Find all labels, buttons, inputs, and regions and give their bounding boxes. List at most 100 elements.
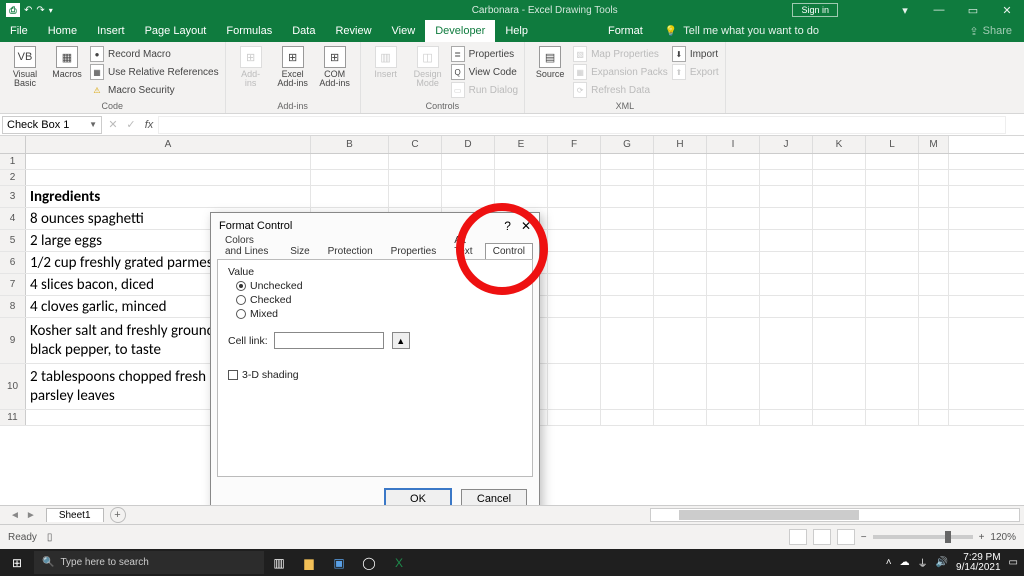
macro-security-button[interactable]: ⚠Macro Security — [90, 82, 219, 98]
zoom-slider[interactable] — [873, 535, 973, 539]
cell[interactable] — [919, 154, 949, 169]
cell[interactable] — [866, 154, 919, 169]
cell[interactable] — [919, 208, 949, 229]
source-button[interactable]: ▤Source — [531, 46, 569, 79]
cell[interactable] — [866, 208, 919, 229]
cell[interactable] — [495, 154, 548, 169]
horizontal-scrollbar[interactable] — [650, 508, 1020, 522]
tellme-input[interactable]: Tell me what you want to do — [683, 25, 819, 37]
col-I[interactable]: I — [707, 136, 760, 153]
cell[interactable] — [601, 170, 654, 185]
visual-basic-button[interactable]: VB Visual Basic — [6, 46, 44, 89]
col-E[interactable]: E — [495, 136, 548, 153]
cell[interactable] — [601, 318, 654, 363]
fx-icon[interactable]: fx — [140, 119, 158, 131]
cell[interactable] — [311, 186, 389, 207]
macros-button[interactable]: ▦ Macros — [48, 46, 86, 79]
taskbar-search[interactable]: 🔍 Type here to search — [34, 551, 264, 574]
cell[interactable] — [26, 170, 311, 185]
cell[interactable] — [760, 296, 813, 317]
tab-insert[interactable]: Insert — [87, 20, 135, 42]
addins-button[interactable]: ⊞Add- ins — [232, 46, 270, 89]
cell[interactable] — [389, 154, 442, 169]
col-B[interactable]: B — [311, 136, 389, 153]
dlg-tab-size[interactable]: Size — [282, 243, 317, 259]
cell[interactable] — [919, 170, 949, 185]
tab-view[interactable]: View — [382, 20, 426, 42]
autosave-icon[interactable]: ⎙ — [6, 3, 20, 17]
cell[interactable] — [707, 364, 760, 409]
cell[interactable] — [866, 170, 919, 185]
chrome-icon[interactable]: ◯ — [354, 556, 384, 570]
view-code-button[interactable]: QView Code — [451, 64, 518, 80]
cell[interactable] — [866, 274, 919, 295]
cell[interactable] — [548, 296, 601, 317]
col-C[interactable]: C — [389, 136, 442, 153]
zoom-level[interactable]: 120% — [990, 532, 1016, 543]
run-dialog-button[interactable]: ▭Run Dialog — [451, 82, 518, 98]
col-H[interactable]: H — [654, 136, 707, 153]
row-header[interactable]: 10 — [0, 364, 26, 409]
cell[interactable] — [601, 230, 654, 251]
enter-formula-icon[interactable]: ✓ — [122, 118, 140, 131]
cell[interactable] — [601, 154, 654, 169]
cell[interactable] — [707, 410, 760, 425]
cell[interactable] — [760, 208, 813, 229]
tray-notifications-icon[interactable]: ▭ — [1009, 557, 1018, 568]
cell[interactable] — [601, 410, 654, 425]
tab-home[interactable]: Home — [38, 20, 87, 42]
properties-button[interactable]: ≣Properties — [451, 46, 518, 62]
cell[interactable] — [919, 230, 949, 251]
cell[interactable] — [548, 186, 601, 207]
zoom-out-button[interactable]: − — [861, 532, 867, 543]
view-normal-button[interactable] — [789, 529, 807, 545]
tray-network-icon[interactable]: ⏚ — [918, 555, 928, 570]
record-macro-button[interactable]: ●Record Macro — [90, 46, 219, 62]
excel-addins-button[interactable]: ⊞Excel Add-ins — [274, 46, 312, 89]
cell[interactable] — [389, 170, 442, 185]
col-D[interactable]: D — [442, 136, 495, 153]
column-headers[interactable]: A B C D E F G H I J K L M — [0, 136, 1024, 154]
cell[interactable] — [866, 318, 919, 363]
cell[interactable] — [813, 252, 866, 273]
start-button[interactable]: ⊞ — [0, 556, 34, 570]
cell[interactable] — [813, 274, 866, 295]
view-layout-button[interactable] — [813, 529, 831, 545]
cell[interactable] — [813, 154, 866, 169]
radio-mixed[interactable]: Mixed — [236, 308, 522, 320]
new-sheet-button[interactable]: + — [110, 507, 126, 523]
cell[interactable] — [548, 274, 601, 295]
refresh-data-button[interactable]: ⟳Refresh Data — [573, 82, 668, 98]
cell[interactable] — [495, 170, 548, 185]
cell[interactable] — [866, 230, 919, 251]
row-header[interactable]: 1 — [0, 154, 26, 169]
row-header[interactable]: 4 — [0, 208, 26, 229]
dlg-tab-protection[interactable]: Protection — [320, 243, 381, 259]
tab-data[interactable]: Data — [282, 20, 325, 42]
store-icon[interactable]: ▣ — [324, 556, 354, 570]
cell[interactable] — [919, 318, 949, 363]
cell[interactable] — [866, 364, 919, 409]
com-addins-button[interactable]: ⊞COM Add-ins — [316, 46, 354, 89]
cell[interactable] — [26, 154, 311, 169]
insert-control-button[interactable]: ▥Insert — [367, 46, 405, 79]
cell[interactable] — [760, 274, 813, 295]
cell[interactable] — [654, 296, 707, 317]
name-box-dropdown-icon[interactable]: ▼ — [89, 120, 97, 129]
cell[interactable] — [813, 318, 866, 363]
cell[interactable] — [654, 274, 707, 295]
share-button[interactable]: ⇪ Share — [957, 20, 1024, 42]
cell[interactable] — [707, 208, 760, 229]
cell[interactable] — [601, 364, 654, 409]
cell[interactable] — [866, 252, 919, 273]
cancel-formula-icon[interactable]: ✕ — [104, 118, 122, 131]
cell[interactable]: Ingredients — [26, 186, 311, 207]
dlg-tab-control[interactable]: Control — [485, 243, 533, 259]
cell[interactable] — [548, 154, 601, 169]
tab-review[interactable]: Review — [325, 20, 381, 42]
check-3d-shading[interactable]: 3-D shading — [228, 369, 522, 381]
cell[interactable] — [813, 364, 866, 409]
map-properties-button[interactable]: ▧Map Properties — [573, 46, 668, 62]
tab-developer[interactable]: Developer — [425, 20, 495, 42]
col-J[interactable]: J — [760, 136, 813, 153]
